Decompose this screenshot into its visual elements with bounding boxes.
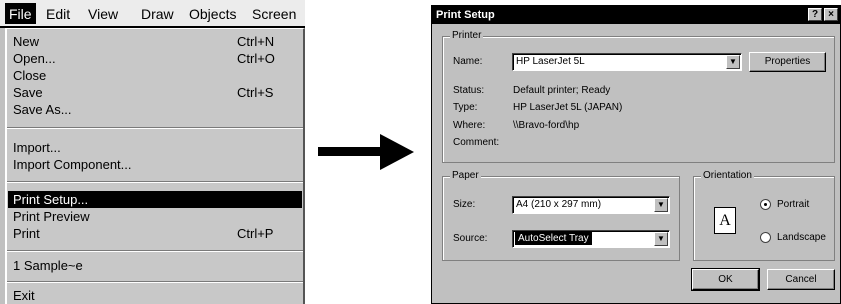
menu-item-close[interactable]: Close (13, 67, 46, 84)
menu-item-label: New (13, 34, 40, 49)
orientation-group-label: Orientation (701, 170, 754, 181)
menu-draw[interactable]: Draw (141, 6, 174, 22)
shortcut-label: Ctrl+N (237, 34, 275, 49)
right-arrow-icon (318, 134, 414, 170)
status-label: Status: (453, 85, 485, 96)
printer-name-select[interactable]: HP LaserJet 5L ▼ (512, 53, 742, 71)
paper-size-select[interactable]: A4 (210 x 297 mm) ▼ (512, 196, 670, 214)
shortcut-label: Ctrl+P (237, 226, 274, 241)
status-value: Default printer; Ready (513, 85, 611, 96)
close-button[interactable]: × (824, 8, 838, 21)
menu-item-label: Print Preview (13, 209, 90, 224)
cancel-button[interactable]: Cancel (767, 269, 835, 290)
properties-button[interactable]: Properties (749, 52, 826, 72)
size-label: Size: (453, 199, 476, 210)
name-label: Name: (453, 56, 483, 67)
menu-item-new[interactable]: New Ctrl+N (13, 33, 274, 50)
orientation-group: Orientation A Portrait Landscape (693, 170, 835, 261)
type-value: HP LaserJet 5L (JAPAN) (513, 102, 623, 113)
portrait-page-icon: A (714, 207, 736, 234)
type-label: Type: (453, 102, 478, 113)
menu-item-label: Exit (13, 288, 35, 303)
menu-item-label: Print (13, 226, 40, 241)
ok-button[interactable]: OK (691, 268, 760, 291)
menu-item-exit[interactable]: Exit (13, 287, 35, 304)
menu-separator (7, 250, 303, 252)
portrait-radio[interactable] (760, 199, 771, 210)
menu-screen[interactable]: Screen (252, 6, 296, 22)
where-value: \\Bravo-ford\hp (513, 120, 580, 131)
printer-name-value: HP LaserJet 5L (516, 56, 585, 67)
menu-item-import[interactable]: Import... (13, 139, 61, 156)
file-menu-screenshot: File Edit View Draw Objects Screen New C… (0, 0, 305, 304)
menu-item-label: Save (13, 85, 43, 100)
menu-edit[interactable]: Edit (46, 6, 70, 22)
menu-objects[interactable]: Objects (189, 6, 236, 22)
paper-size-value: A4 (210 x 297 mm) (516, 199, 602, 210)
dialog-titlebar: Print Setup ? × (432, 6, 840, 24)
menu-item-label: Save As... (13, 102, 72, 117)
menu-item-label: Import... (13, 140, 61, 155)
menu-item-open[interactable]: Open... Ctrl+O (13, 50, 275, 67)
landscape-radio[interactable] (760, 232, 771, 243)
where-label: Where: (453, 120, 486, 131)
menu-separator (7, 127, 303, 129)
shortcut-label: Ctrl+S (237, 85, 274, 100)
chevron-down-icon[interactable]: ▼ (726, 55, 740, 69)
menu-item-label: Close (13, 68, 47, 83)
print-setup-dialog: Print Setup ? × Printer Name: HP LaserJe… (431, 5, 841, 304)
menu-view[interactable]: View (88, 6, 118, 22)
menu-item-label: Open... (13, 51, 56, 66)
menu-separator (7, 281, 303, 283)
menu-item-print-setup[interactable]: Print Setup... (8, 191, 302, 208)
paper-source-select[interactable]: AutoSelect Tray ▼ (512, 230, 670, 248)
menu-separator (7, 181, 303, 183)
source-label: Source: (453, 233, 488, 244)
menu-item-print-preview[interactable]: Print Preview (13, 208, 90, 225)
portrait-label[interactable]: Portrait (777, 199, 809, 210)
menu-item-label: Print Setup... (13, 192, 89, 207)
file-dropdown: New Ctrl+N Open... Ctrl+O Close Save Ctr… (5, 28, 305, 304)
shortcut-label: Ctrl+O (237, 51, 275, 66)
chevron-down-icon[interactable]: ▼ (654, 198, 668, 212)
landscape-label[interactable]: Landscape (777, 232, 826, 243)
paper-group: Paper Size: A4 (210 x 297 mm) ▼ Source: … (442, 170, 680, 261)
chevron-down-icon[interactable]: ▼ (654, 232, 668, 246)
dialog-title: Print Setup (436, 9, 495, 21)
menu-item-save-as[interactable]: Save As... (13, 101, 72, 118)
menu-item-print[interactable]: Print Ctrl+P (13, 225, 273, 242)
menu-item-recent-file[interactable]: 1 Sample~e (13, 257, 83, 274)
printer-group: Printer Name: HP LaserJet 5L ▼ Propertie… (442, 30, 835, 163)
menu-item-import-component[interactable]: Import Component... (13, 156, 132, 173)
menu-file[interactable]: File (5, 3, 36, 24)
menu-item-label: Import Component... (13, 157, 132, 172)
comment-label: Comment: (453, 137, 500, 148)
help-button[interactable]: ? (808, 8, 822, 21)
menu-item-save[interactable]: Save Ctrl+S (13, 84, 273, 101)
paper-source-value: AutoSelect Tray (515, 232, 592, 245)
menu-bar: File Edit View Draw Objects Screen (0, 0, 305, 28)
menu-item-label: 1 Sample~e (13, 258, 83, 273)
printer-group-label: Printer (450, 30, 484, 41)
paper-group-label: Paper (450, 170, 481, 181)
